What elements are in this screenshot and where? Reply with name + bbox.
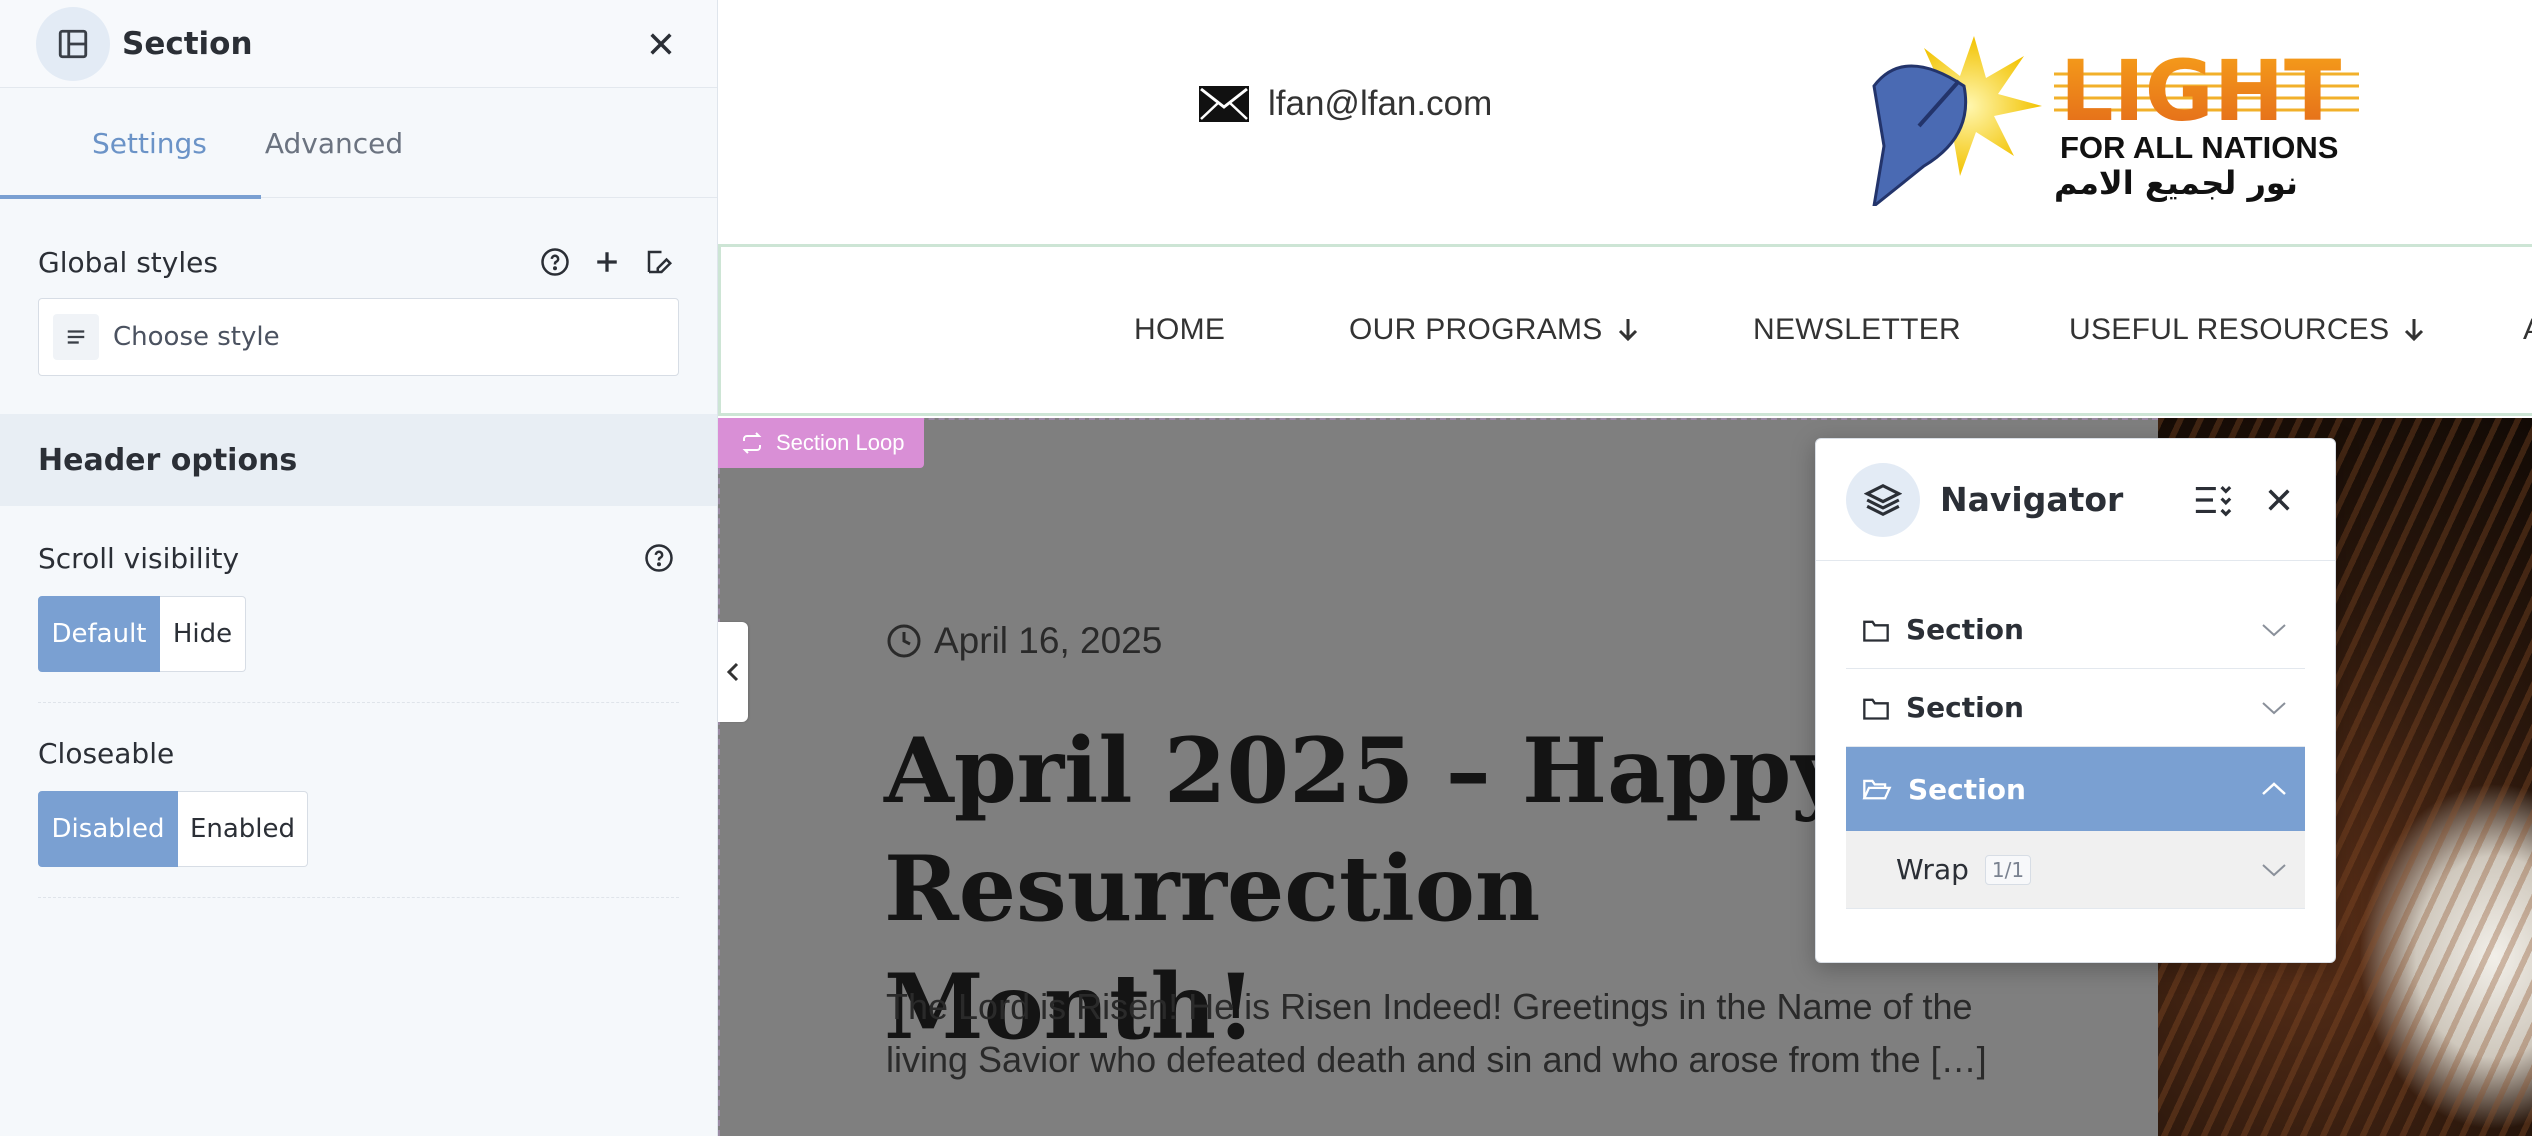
navigator-close-button[interactable] [2253, 474, 2305, 526]
site-logo[interactable]: LIGHT FOR ALL NATIONS نور لجميع الامم [1864, 26, 2364, 206]
close-panel-button[interactable] [641, 24, 681, 64]
nav-our-programs[interactable]: OUR PROGRAMS [1349, 247, 1639, 413]
logo-light-text: LIGHT [2060, 42, 2341, 140]
post-date-text: April 16, 2025 [934, 620, 1163, 661]
help-button[interactable] [535, 242, 575, 282]
loop-count-badge: 1/1 [1984, 854, 2032, 885]
nav-newsletter[interactable]: NEWSLETTER [1753, 247, 1961, 413]
closeable-enabled-button[interactable]: Enabled [178, 791, 308, 867]
tab-settings[interactable]: Settings [0, 88, 261, 199]
navigator-item-section[interactable]: Section [1846, 669, 2305, 747]
scroll-visibility-toggle: Default Hide [38, 596, 679, 672]
header-options-heading[interactable]: Header options [0, 414, 717, 506]
navigator-header: Navigator [1816, 439, 2335, 561]
section-loop-tag[interactable]: Section Loop [718, 418, 925, 468]
folder-icon [1863, 620, 1889, 642]
navigator-item-label: Section [1908, 772, 2026, 806]
clock-icon [887, 624, 921, 658]
scroll-visibility-help-button[interactable] [639, 538, 679, 578]
navigator-item-section-selected[interactable]: Section [1846, 747, 2305, 831]
panel-header: Section [0, 0, 717, 88]
chevron-down-icon [2262, 623, 2286, 636]
scroll-visibility-label: Scroll visibility [38, 541, 240, 575]
post-excerpt: The Lord is Risen! He is Risen Indeed! G… [886, 986, 1987, 1080]
loop-icon [742, 432, 762, 454]
folder-open-icon [1862, 779, 1892, 800]
nav-item-truncated-label: A [2523, 313, 2532, 347]
folder-icon [1863, 698, 1889, 720]
choose-style-placeholder: Choose style [113, 322, 280, 352]
list-collapse-icon [2195, 485, 2232, 517]
chevron-left-icon [726, 662, 739, 682]
global-styles-label: Global styles [38, 245, 218, 279]
layers-icon [1846, 462, 1920, 537]
edit-style-icon [647, 250, 673, 274]
settings-panel: Section Settings Advanced Global styles [0, 0, 718, 1136]
email-text: lfan@lfan.com [1268, 84, 1493, 123]
logo-tagline-text: FOR ALL NATIONS [2060, 130, 2338, 165]
plus-icon [597, 252, 617, 272]
navigator-title: Navigator [1940, 480, 2124, 519]
envelope-icon [1199, 86, 1249, 122]
divider [38, 702, 679, 703]
nav-useful-resources[interactable]: USEFUL RESOURCES [2069, 247, 2425, 413]
chevron-down-icon [2262, 701, 2286, 714]
closeable-section: Closeable Disabled Enabled [0, 725, 717, 898]
choose-style-input[interactable]: Choose style [38, 298, 679, 376]
arrow-down-icon [1618, 319, 1637, 342]
edit-style-button[interactable] [639, 242, 679, 282]
navigator-item-section[interactable]: Section [1846, 591, 2305, 669]
nav-useful-resources-label: USEFUL RESOURCES [2069, 313, 2390, 346]
nav-home-label: HOME [1134, 313, 1226, 346]
navigator-tree: Section Section Section Wrap 1/1 [1816, 561, 2335, 909]
arrow-down-icon [2405, 319, 2424, 342]
help-icon [645, 544, 673, 572]
site-email[interactable]: lfan@lfan.com [1198, 84, 1492, 124]
closeable-disabled-button[interactable]: Disabled [38, 791, 178, 867]
site-top-bar: lfan@lfan.com LIGHT FOR ALL NATIONS نور … [718, 0, 2532, 244]
site-navigation: HOME OUR PROGRAMS NEWSLETTER USEFUL RESO… [718, 244, 2532, 416]
logo-arabic-text: نور لجميع الامم [2054, 164, 2298, 202]
chevron-down-icon [2262, 863, 2286, 876]
post-date: April 16, 2025 [886, 620, 1162, 662]
list-icon [53, 314, 99, 360]
navigator-wrap-label: Wrap [1896, 853, 1969, 886]
navigator-collapse-all-button[interactable] [2187, 474, 2239, 526]
section-loop-label: Section Loop [776, 430, 905, 455]
scroll-visibility-section: Scroll visibility Default Hide [0, 530, 717, 703]
help-icon [541, 248, 569, 276]
navigator-item-label: Section [1906, 613, 2024, 646]
divider [38, 897, 679, 898]
nav-our-programs-label: OUR PROGRAMS [1349, 313, 1603, 346]
tab-advanced[interactable]: Advanced [261, 88, 457, 198]
nav-item-truncated[interactable]: A [2523, 247, 2532, 413]
scroll-hide-button[interactable]: Hide [160, 596, 246, 672]
panel-tabs: Settings Advanced [0, 88, 717, 199]
closeable-label: Closeable [38, 736, 175, 770]
navigator-item-label: Section [1906, 691, 2024, 724]
scroll-default-button[interactable]: Default [38, 596, 160, 672]
navigator-panel: Navigator Section Section Section Wrap 1… [1815, 438, 2336, 963]
add-style-button[interactable] [587, 242, 627, 282]
closeable-toggle: Disabled Enabled [38, 791, 679, 867]
collapse-panel-button[interactable] [718, 622, 748, 722]
nav-newsletter-label: NEWSLETTER [1753, 313, 1962, 346]
nav-home[interactable]: HOME [1134, 247, 1225, 413]
navigator-item-wrap[interactable]: Wrap 1/1 [1846, 831, 2305, 909]
close-icon [2268, 488, 2290, 511]
chevron-up-icon [2262, 782, 2286, 795]
global-styles-section: Global styles Choose style [0, 234, 717, 376]
close-icon [650, 32, 672, 55]
panel-title: Section [122, 25, 253, 62]
layout-icon [36, 6, 110, 81]
